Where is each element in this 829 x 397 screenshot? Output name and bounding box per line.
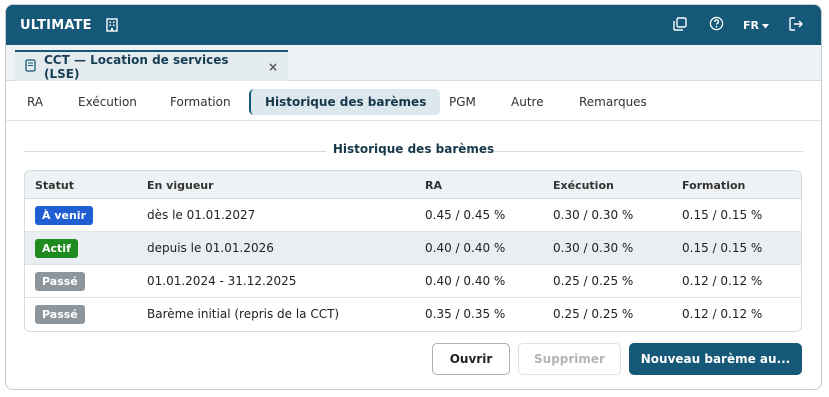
windows-icon bbox=[673, 16, 687, 34]
header-en-vigueur: En vigueur bbox=[147, 179, 214, 192]
top-bar: ULTIMATE FR bbox=[6, 5, 821, 45]
app-brand: ULTIMATE bbox=[20, 17, 92, 33]
ra-cell: 0.40 / 0.40 % bbox=[425, 274, 506, 288]
table-row[interactable]: Passé Barème initial (repris de la CCT) … bbox=[25, 298, 801, 331]
help-icon bbox=[709, 16, 724, 34]
table-row[interactable]: À venir dès le 01.01.2027 0.45 / 0.45 % … bbox=[25, 199, 801, 232]
status-badge: Passé bbox=[35, 305, 85, 324]
section-title: Historique des barèmes bbox=[332, 142, 495, 156]
execution-cell: 0.25 / 0.25 % bbox=[553, 274, 634, 288]
header-execution: Exécution bbox=[553, 179, 614, 192]
section-header: Historique des barèmes bbox=[24, 142, 803, 160]
ra-cell: 0.40 / 0.40 % bbox=[425, 241, 506, 255]
header-formation: Formation bbox=[682, 179, 746, 192]
tab-formation[interactable]: Formation bbox=[170, 89, 231, 115]
status-badge: Passé bbox=[35, 272, 85, 291]
logout-icon bbox=[788, 16, 804, 34]
language-label: FR bbox=[743, 18, 759, 32]
table-row[interactable]: Actif depuis le 01.01.2026 0.40 / 0.40 %… bbox=[25, 232, 801, 265]
execution-cell: 0.30 / 0.30 % bbox=[553, 241, 634, 255]
formation-cell: 0.15 / 0.15 % bbox=[682, 241, 763, 255]
building-icon bbox=[106, 18, 118, 32]
caret-down-icon bbox=[762, 19, 769, 32]
status-badge: Actif bbox=[35, 239, 78, 258]
tab-remarques[interactable]: Remarques bbox=[579, 89, 647, 115]
formation-cell: 0.12 / 0.12 % bbox=[682, 307, 763, 321]
delete-button[interactable]: Supprimer bbox=[518, 343, 621, 375]
ra-cell: 0.45 / 0.45 % bbox=[425, 208, 506, 222]
status-badge: À venir bbox=[35, 206, 93, 225]
formation-cell: 0.15 / 0.15 % bbox=[682, 208, 763, 222]
tab-historique-des-baremes[interactable]: Historique des barèmes bbox=[249, 89, 441, 115]
formation-cell: 0.12 / 0.12 % bbox=[682, 274, 763, 288]
close-tab-icon[interactable]: × bbox=[268, 60, 278, 74]
document-icon bbox=[25, 58, 36, 75]
tab-execution[interactable]: Exécution bbox=[78, 89, 137, 115]
ra-cell: 0.35 / 0.35 % bbox=[425, 307, 506, 321]
header-statut: Statut bbox=[35, 179, 74, 192]
bareme-history-table: Statut En vigueur RA Exécution Formation… bbox=[24, 170, 802, 332]
tab-autre[interactable]: Autre bbox=[511, 89, 544, 115]
document-tab-title: CCT — Location de services (LSE) bbox=[44, 52, 229, 81]
new-bareme-button[interactable]: Nouveau barème au... bbox=[629, 343, 802, 375]
logout-button[interactable] bbox=[781, 10, 811, 40]
execution-cell: 0.30 / 0.30 % bbox=[553, 208, 634, 222]
help-button[interactable] bbox=[701, 10, 731, 40]
table-header: Statut En vigueur RA Exécution Formation bbox=[25, 171, 801, 199]
header-ra: RA bbox=[425, 179, 442, 192]
table-row[interactable]: Passé 01.01.2024 - 31.12.2025 0.40 / 0.4… bbox=[25, 265, 801, 298]
windows-button[interactable] bbox=[665, 10, 695, 40]
document-tab[interactable]: CCT — Location de services (LSE) × bbox=[15, 50, 288, 81]
tab-pgm[interactable]: PGM bbox=[449, 89, 476, 115]
sub-tabs: RA Exécution Formation Historique des ba… bbox=[6, 81, 821, 121]
language-selector[interactable]: FR bbox=[743, 19, 769, 32]
period-cell: 01.01.2024 - 31.12.2025 bbox=[147, 274, 297, 288]
tab-ra[interactable]: RA bbox=[27, 89, 43, 115]
execution-cell: 0.25 / 0.25 % bbox=[553, 307, 634, 321]
period-cell: dès le 01.01.2027 bbox=[147, 208, 256, 222]
period-cell: depuis le 01.01.2026 bbox=[147, 241, 274, 255]
period-cell: Barème initial (repris de la CCT) bbox=[147, 307, 340, 321]
divider-right bbox=[494, 151, 803, 152]
document-tab-bar: CCT — Location de services (LSE) × bbox=[6, 45, 821, 81]
app-window: ULTIMATE FR CCT — Location de services (… bbox=[5, 4, 822, 390]
open-button[interactable]: Ouvrir bbox=[432, 343, 510, 375]
